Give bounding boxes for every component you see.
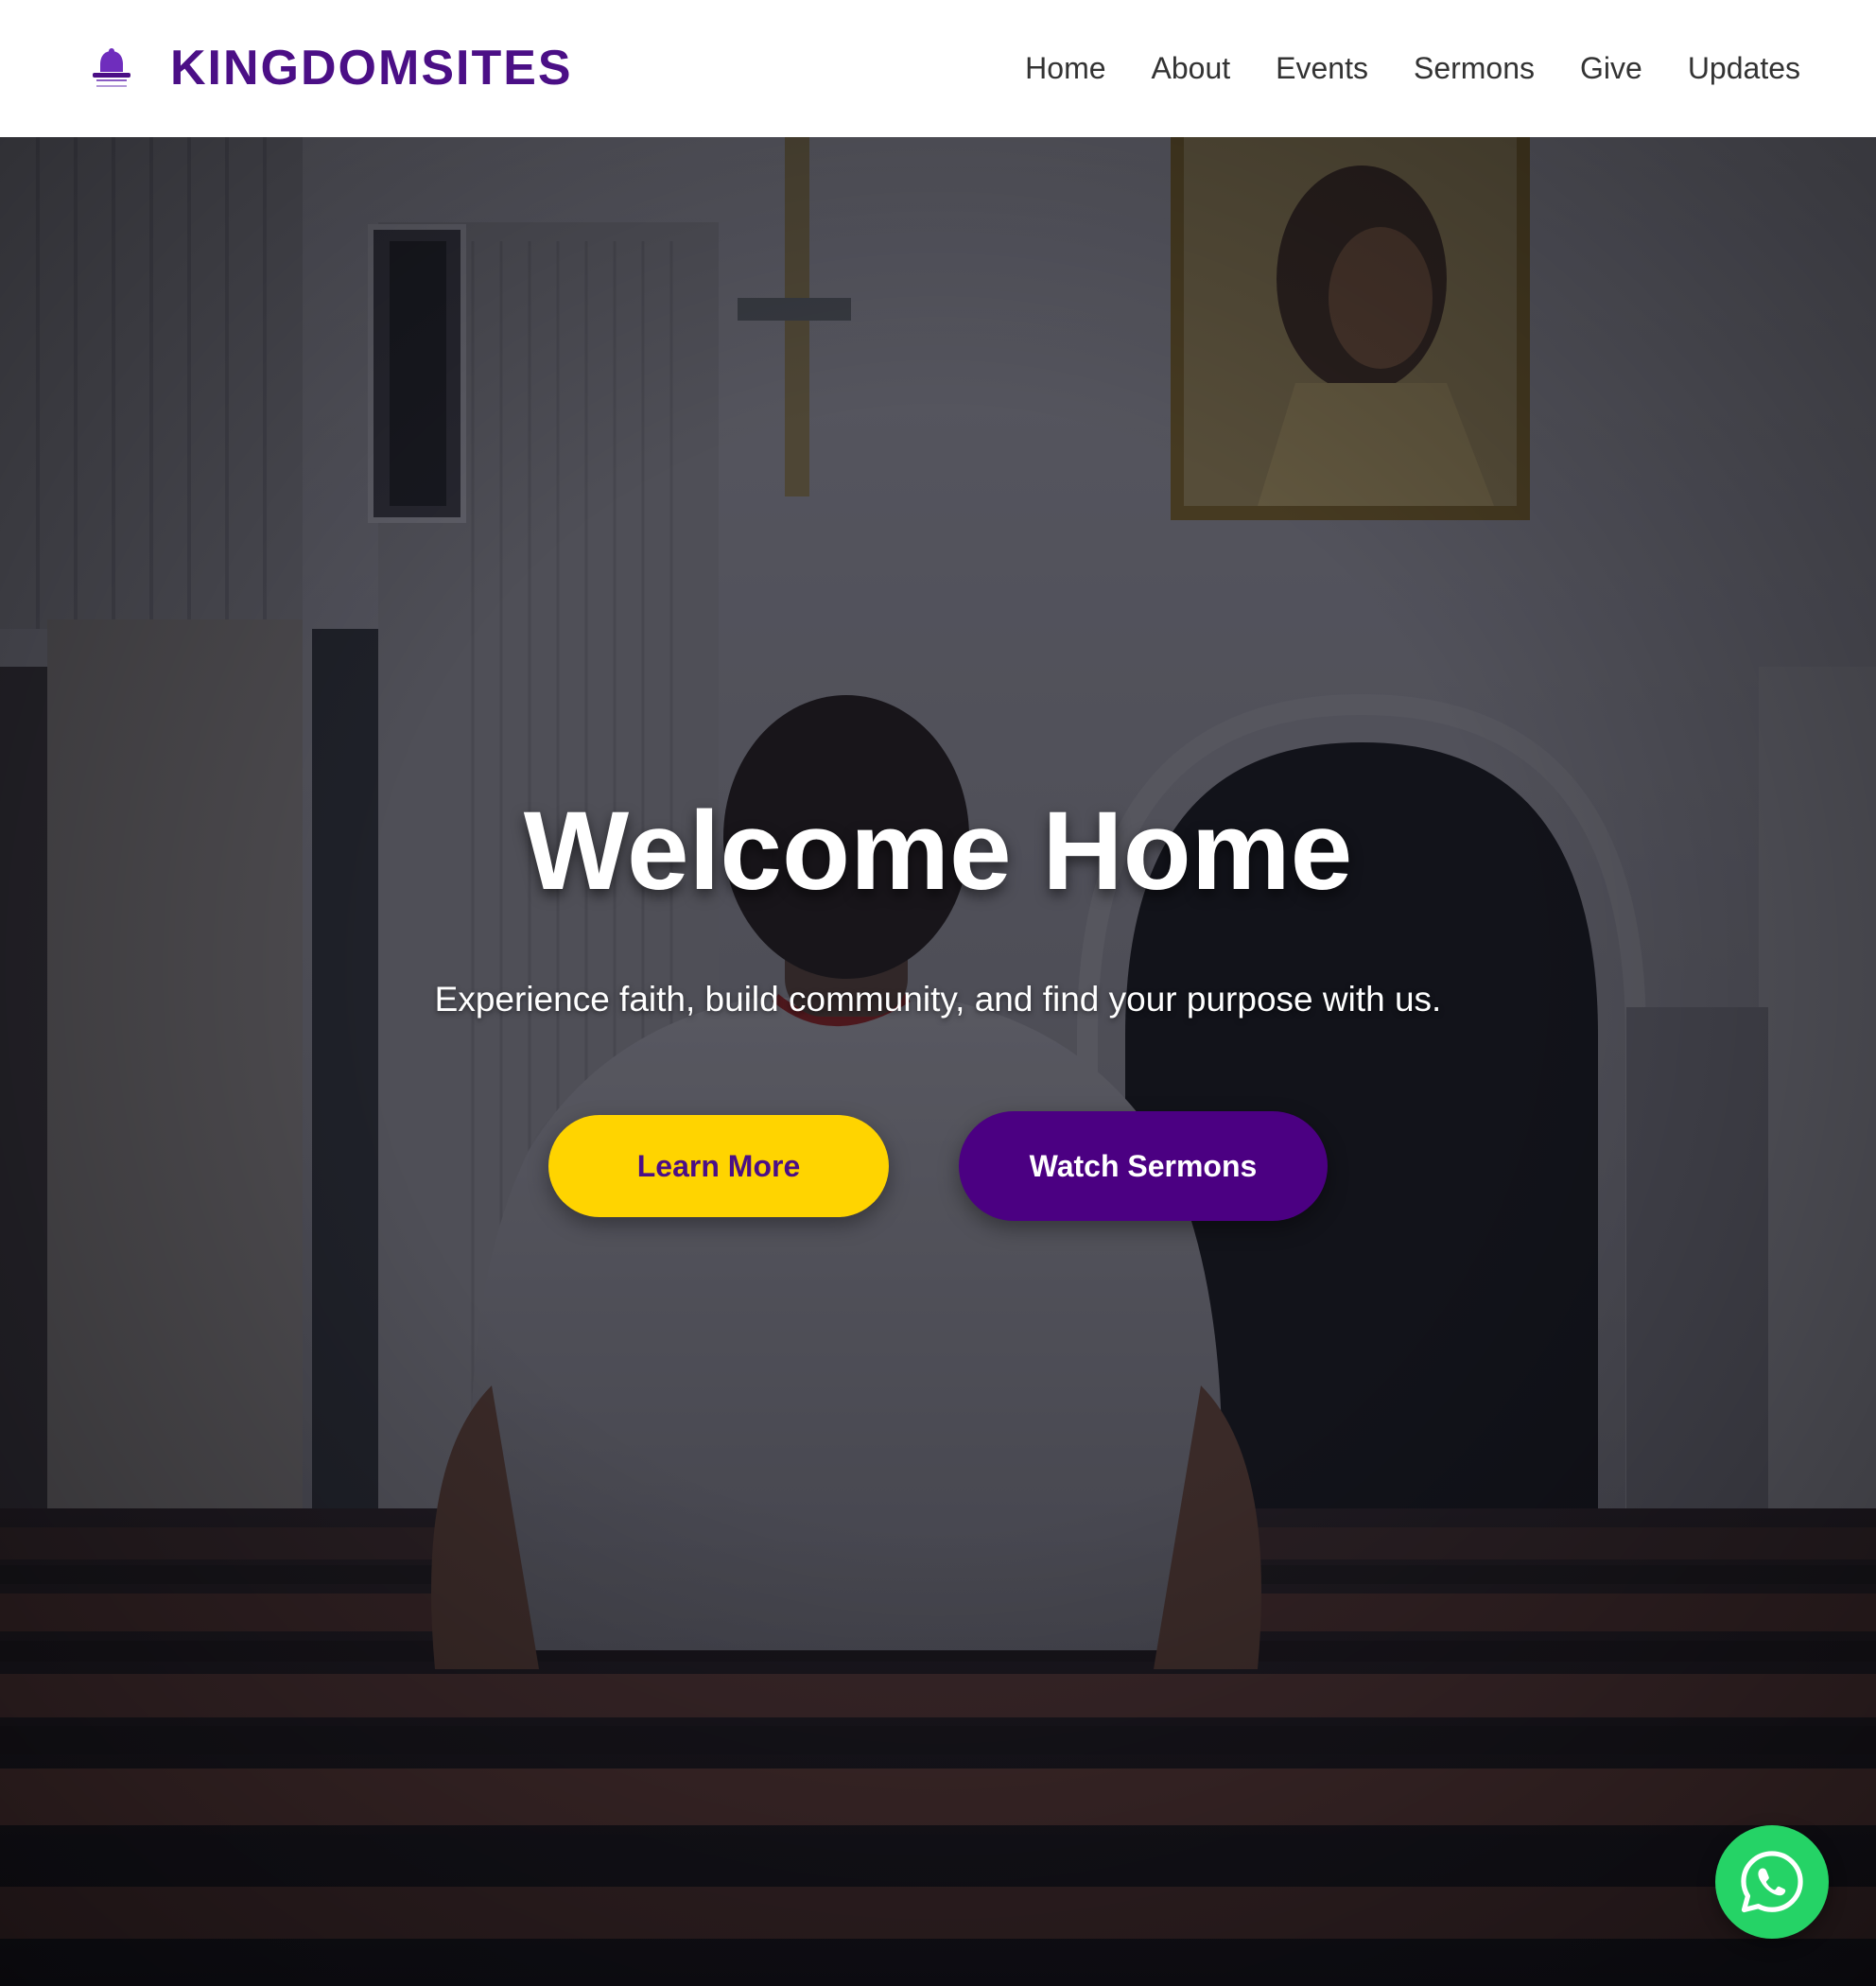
whatsapp-chat-button[interactable] [1715, 1825, 1829, 1939]
hero-title: Welcome Home [523, 789, 1353, 914]
nav-events[interactable]: Events [1276, 49, 1368, 87]
whatsapp-icon [1741, 1851, 1803, 1913]
watch-sermons-button[interactable]: Watch Sermons [959, 1111, 1328, 1221]
nav-updates[interactable]: Updates [1688, 49, 1800, 87]
page: KINGDOMSITES Home About Events Sermons G… [0, 0, 1876, 1986]
hero-subtitle: Experience faith, build community, and f… [434, 980, 1442, 1019]
nav-give[interactable]: Give [1580, 49, 1642, 87]
learn-more-button[interactable]: Learn More [548, 1115, 889, 1217]
main-nav: Home About Events Sermons Give Updates [1025, 49, 1800, 87]
nav-about[interactable]: About [1152, 49, 1231, 87]
brand-name[interactable]: KINGDOMSITES [170, 38, 573, 98]
site-header: KINGDOMSITES Home About Events Sermons G… [0, 0, 1876, 137]
hero-content: Welcome Home Experience faith, build com… [0, 137, 1876, 1986]
church-bell-logo-icon[interactable] [85, 47, 138, 91]
nav-home[interactable]: Home [1025, 49, 1105, 87]
hero-section: Welcome Home Experience faith, build com… [0, 137, 1876, 1986]
nav-sermons[interactable]: Sermons [1414, 49, 1535, 87]
